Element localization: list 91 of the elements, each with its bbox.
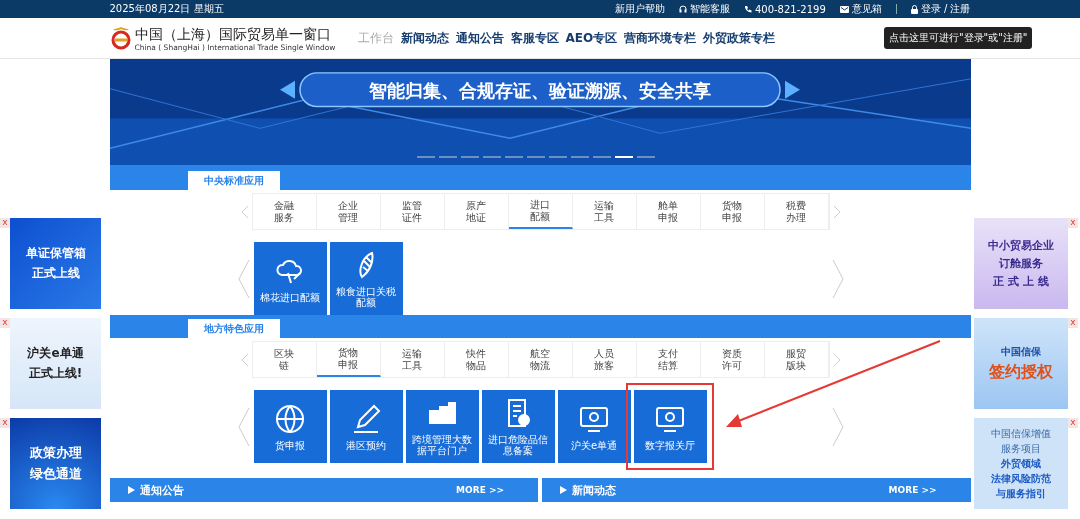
nav-link[interactable]: 外贸政策专栏 xyxy=(703,29,776,47)
ad-text: 法律风险防范 xyxy=(991,471,1051,486)
site-title: 中国（上海）国际贸易单一窗口 xyxy=(134,24,332,43)
app-tile[interactable]: 货申报 xyxy=(253,390,327,463)
phone-icon xyxy=(743,5,752,13)
more-link[interactable]: MORE >> xyxy=(888,485,937,495)
app-tile[interactable]: 进口危险品信息备案 xyxy=(481,390,555,463)
app-tile[interactable]: 港区预约 xyxy=(329,390,403,463)
ad-banner[interactable]: 中国信保增值 服务项目 外贸领域 法律风险防范 与服务指引 xyxy=(974,418,1068,509)
ad-banner[interactable]: 沪关e单通 正式上线! xyxy=(10,318,101,409)
app-tile[interactable]: 沪关e单通 xyxy=(557,390,631,463)
category-tab[interactable]: 支付结算 xyxy=(636,342,701,377)
category-tab[interactable]: 舱单申报 xyxy=(636,194,701,229)
date-text: 2025年08月22日 星期五 xyxy=(109,2,224,16)
chevron-left-icon[interactable] xyxy=(240,204,249,219)
ad-text: 订舱服务 xyxy=(999,256,1043,271)
mail-icon xyxy=(839,5,849,13)
close-button[interactable]: x xyxy=(0,318,10,328)
ad-text: 绿色通道 xyxy=(29,465,82,483)
ad-banner[interactable]: 政策办理 绿色通道 xyxy=(10,418,101,509)
ad-text: 与服务指引 xyxy=(996,486,1046,501)
close-button[interactable]: x xyxy=(0,218,10,228)
ad-text: 正 式 上 线 xyxy=(993,274,1049,289)
close-button[interactable]: x xyxy=(1068,318,1078,328)
more-link[interactable]: MORE >> xyxy=(456,485,504,495)
logo-icon xyxy=(109,25,132,51)
category-tab[interactable]: 区块链 xyxy=(252,342,317,377)
nav-link[interactable]: 客服专区 xyxy=(510,29,559,47)
app-tile[interactable]: 数字报关厅 xyxy=(633,390,707,463)
category-tab[interactable]: 货物申报 xyxy=(316,342,381,377)
ad-text: 外贸领域 xyxy=(1001,456,1041,471)
close-button[interactable]: x xyxy=(1068,218,1078,228)
category-tab[interactable]: 航空物流 xyxy=(508,342,573,377)
top-link[interactable]: 登录 / 注册 xyxy=(910,2,971,16)
banner-slogan: 智能归集、合规存证、验证溯源、安全共享 xyxy=(367,79,712,103)
category-tab[interactable]: 进口配额 xyxy=(508,194,573,229)
ad-banner[interactable]: 中小贸易企业 订舱服务 正 式 上 线 xyxy=(974,218,1068,309)
section-tab[interactable]: 中央标准应用 xyxy=(187,171,280,190)
category-tab[interactable]: 税费办理 xyxy=(764,194,829,229)
category-tab[interactable]: 企业管理 xyxy=(316,194,381,229)
app-tile[interactable]: 跨境管理大数据平台门户 xyxy=(405,390,479,463)
category-tab[interactable]: 运输工具 xyxy=(572,194,637,229)
ad-text: 中小贸易企业 xyxy=(988,238,1054,253)
chevron-left-icon[interactable] xyxy=(240,352,249,367)
lock-icon xyxy=(910,4,918,14)
ad-text: 政策办理 xyxy=(29,444,82,462)
category-tab[interactable]: 监管证件 xyxy=(380,194,445,229)
ad-text: 中国信保增值 xyxy=(991,426,1051,441)
headset-icon xyxy=(678,5,687,13)
nav-link[interactable]: 通知公告 xyxy=(455,29,504,47)
category-tab[interactable]: 货物申报 xyxy=(700,194,765,229)
ad-banner[interactable]: 单证保管箱 正式上线 xyxy=(10,218,101,309)
ad-text: 服务项目 xyxy=(1001,441,1041,456)
globe-icon xyxy=(274,402,306,435)
category-tab[interactable]: 原产地证 xyxy=(444,194,509,229)
chevron-left-icon[interactable] xyxy=(237,406,250,447)
news-title: 新闻动态 xyxy=(572,482,616,498)
top-link[interactable]: 意见箱 xyxy=(839,2,882,16)
category-tab[interactable]: 人员旅客 xyxy=(572,342,637,377)
ad-text: 中国信保 xyxy=(1001,344,1041,359)
ad-text: 正式上线! xyxy=(28,365,83,382)
close-button[interactable]: x xyxy=(1068,418,1078,428)
chevron-right-icon[interactable] xyxy=(831,258,844,299)
ad-banner[interactable]: 中国信保 签约授权 xyxy=(974,318,1068,409)
nav-link[interactable]: AEO专区 xyxy=(565,29,618,47)
category-tab[interactable]: 服贸版块 xyxy=(764,342,829,377)
nav-link[interactable]: 新闻动态 xyxy=(400,29,449,47)
ad-text: 正式上线 xyxy=(31,265,80,282)
triangle-icon xyxy=(127,486,135,494)
nav-link[interactable]: 营商环境专栏 xyxy=(624,29,697,47)
close-button[interactable]: x xyxy=(0,418,10,428)
category-tab[interactable]: 金融服务 xyxy=(252,194,317,229)
ad-text: 单证保管箱 xyxy=(25,245,86,262)
chevron-right-icon[interactable] xyxy=(832,204,841,219)
chevron-right-icon[interactable] xyxy=(832,352,841,367)
app-tile[interactable]: 棉花进口配额 xyxy=(253,242,327,315)
section-tab[interactable]: 地方特色应用 xyxy=(187,319,280,338)
top-link[interactable]: 新用户帮助 xyxy=(614,2,665,16)
chevron-right-icon[interactable] xyxy=(831,406,844,447)
ad-text: 签约授权 xyxy=(989,361,1053,383)
ad-text: 沪关e单通 xyxy=(27,345,84,362)
top-link[interactable]: 智能客服 xyxy=(678,2,730,16)
top-link[interactable]: 400-821-2199 xyxy=(743,3,826,15)
tooltip: 点击这里可进行"登录"或"注册" xyxy=(884,27,1033,49)
app-tile[interactable]: 粮食进口关税配额 xyxy=(329,242,403,315)
category-tab[interactable]: 运输工具 xyxy=(380,342,445,377)
news-title: 通知公告 xyxy=(139,482,184,498)
triangle-icon xyxy=(560,486,567,494)
category-tab[interactable]: 快件物品 xyxy=(444,342,509,377)
chevron-left-icon[interactable] xyxy=(237,258,250,299)
category-tab[interactable]: 资质许可 xyxy=(700,342,765,377)
